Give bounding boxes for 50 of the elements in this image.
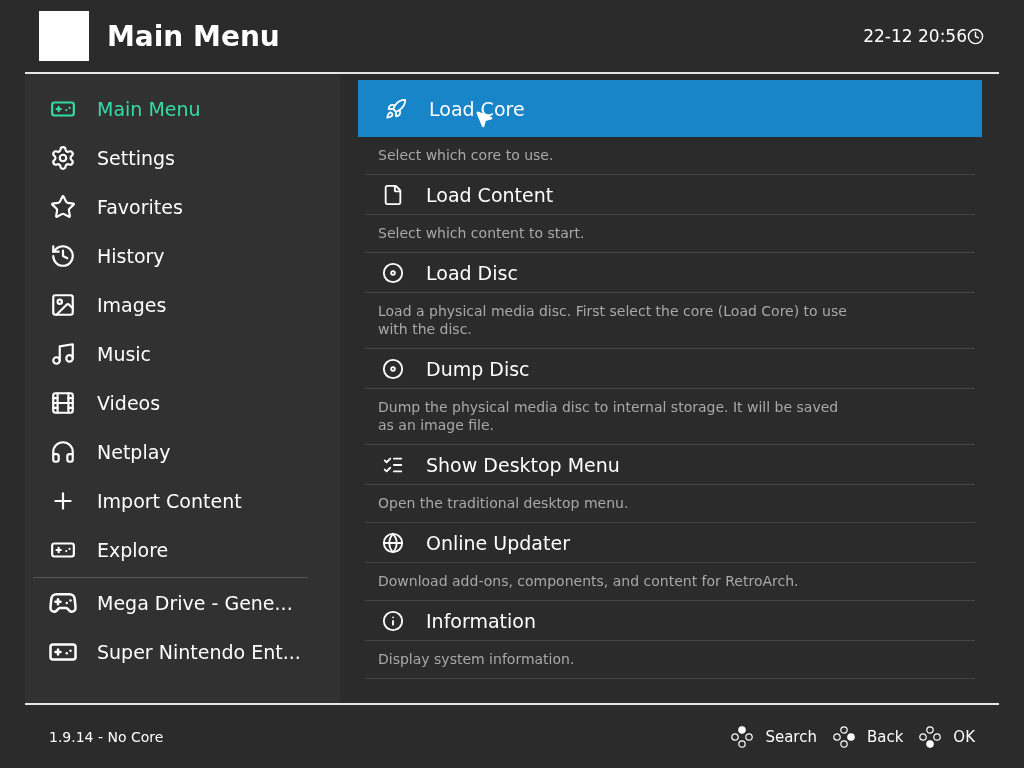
item-description: Download add-ons, components, and content for RetroArch. xyxy=(378,572,800,590)
menu-item[interactable]: Load Core xyxy=(358,80,982,137)
clock-text: 22-12 20:56 xyxy=(863,26,967,46)
buttons-icon xyxy=(832,725,855,748)
item-description: Dump the physical media disc to internal storage. It will be saved as an image file. xyxy=(378,398,840,434)
item-description: Load a physical media disc. First select the core (Load Core) to use with the disc. xyxy=(378,302,848,338)
item-description: Open the traditional desktop menu. xyxy=(378,494,630,512)
disc-icon xyxy=(382,261,404,284)
music-icon xyxy=(50,340,76,367)
logo-placeholder xyxy=(39,11,89,61)
menu-item[interactable]: Load Disc xyxy=(365,253,975,293)
menu-item[interactable]: Information xyxy=(365,601,975,641)
sidebar-item[interactable]: Favorites xyxy=(25,182,340,231)
hint-label: Search xyxy=(765,727,817,746)
menu-item[interactable]: Load Content xyxy=(365,175,975,215)
menu-item[interactable]: Dump Disc xyxy=(365,349,975,389)
menu-item[interactable]: Show Desktop Menu xyxy=(365,445,975,485)
menu-item[interactable]: Online Updater xyxy=(365,523,975,563)
settings-icon xyxy=(50,144,76,171)
disc-icon xyxy=(382,357,404,380)
sidebar-item[interactable]: Music xyxy=(25,329,340,378)
sidebar-item[interactable]: Explore xyxy=(25,525,340,574)
version-text: 1.9.14 - No Core xyxy=(49,728,165,745)
playlist-item[interactable]: Super Nintendo Ent... xyxy=(25,627,340,676)
image-icon xyxy=(50,291,76,318)
item-description: Select which content to start. xyxy=(378,224,586,242)
buttons-icon xyxy=(731,725,754,748)
headphones-icon xyxy=(50,438,76,465)
film-icon xyxy=(50,389,76,416)
history-icon xyxy=(50,242,76,269)
star-icon xyxy=(50,193,76,220)
playlist-item[interactable]: Mega Drive - Gene... xyxy=(25,578,340,627)
item-description: Select which core to use. xyxy=(378,146,555,164)
rocket-icon xyxy=(385,97,407,120)
hint-label: OK xyxy=(953,727,975,746)
sidebar-item[interactable]: Videos xyxy=(25,378,340,427)
sidebar-item[interactable]: History xyxy=(25,231,340,280)
page-title: Main Menu xyxy=(107,19,281,53)
buttons-icon xyxy=(919,725,942,748)
item-description: Display system information. xyxy=(378,650,576,668)
info-icon xyxy=(382,609,404,632)
sidebar-item[interactable]: Settings xyxy=(25,133,340,182)
sidebar-item[interactable]: Netplay xyxy=(25,427,340,476)
clock-icon xyxy=(967,27,984,45)
file-icon xyxy=(382,183,404,206)
sidebar-item[interactable]: Main Menu xyxy=(25,84,340,133)
sidebar-item[interactable]: Images xyxy=(25,280,340,329)
globe-icon xyxy=(382,531,404,554)
hint-label: Back xyxy=(866,727,904,746)
sidebar-item[interactable]: Import Content xyxy=(25,476,340,525)
